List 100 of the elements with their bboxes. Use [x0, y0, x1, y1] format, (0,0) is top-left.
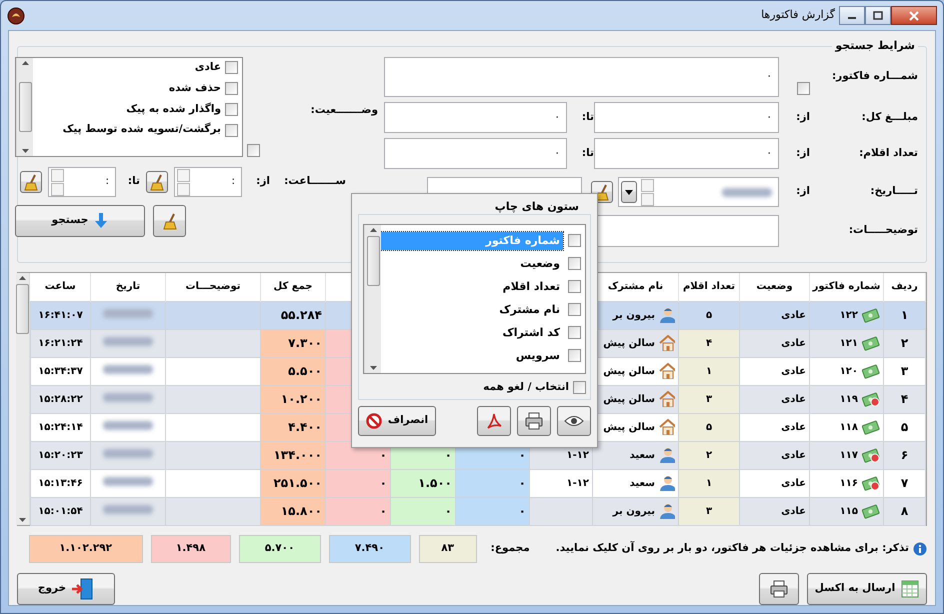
item-count-from-field[interactable]: ۰ [594, 138, 779, 169]
scrollbar[interactable] [16, 273, 30, 525]
item-count-to-field[interactable]: ۰ [384, 138, 567, 169]
table-cell: ۱ [884, 301, 926, 329]
close-button[interactable] [891, 6, 937, 25]
table-cell: ۱۵:۲۸:۲۲ [30, 385, 90, 413]
column-header[interactable]: ردیف [884, 273, 926, 301]
blurred-date-placeholder [103, 336, 153, 346]
invoice-number-field[interactable]: ۰ [384, 57, 779, 97]
total-value: ۵.۷۰۰ [238, 535, 321, 563]
scrollbar-thumb[interactable] [366, 236, 380, 286]
minimize-button[interactable] [839, 6, 865, 25]
scrollbar[interactable] [364, 225, 381, 373]
amount-from-field[interactable]: ۰ [594, 102, 779, 133]
table-cell: عادی [740, 497, 810, 525]
status-option[interactable]: برگشت/تسویه شده توسط پیک [62, 122, 221, 138]
status-list[interactable]: عادی حذف شده واگذار شده به پیک برگشت/تسویه شده توسط پیک [15, 57, 243, 157]
table-cell: ۱۵:۲۰:۲۳ [30, 441, 90, 469]
table-cell: ۲ [678, 441, 740, 469]
column-header[interactable]: ساعت [30, 273, 90, 301]
search-button[interactable]: جستجو [15, 205, 145, 237]
maximize-button[interactable] [865, 6, 891, 25]
customer-name: بیرون بر [612, 308, 655, 322]
broom-icon [148, 173, 166, 191]
clear-button[interactable] [146, 171, 168, 193]
info-icon [913, 542, 927, 556]
table-cell: ۱۵:۰۱:۵۴ [30, 497, 90, 525]
scrollbar-thumb[interactable] [16, 284, 29, 334]
column-option[interactable]: وضعیت [381, 254, 563, 272]
column-list[interactable]: شماره فاکتور وضعیت تعداد اقلام نام مشترک کد اشتراک سرویس [363, 224, 586, 374]
column-header[interactable]: وضعیت [740, 273, 810, 301]
time-from-field[interactable]: : [174, 167, 242, 197]
time-value: : [231, 174, 235, 190]
clear-button[interactable] [153, 205, 186, 237]
time-to-field[interactable]: : [48, 167, 116, 197]
field-label: از: [795, 184, 810, 200]
table-cell: ۱ [678, 357, 740, 385]
print-button[interactable] [517, 406, 551, 436]
status-option[interactable]: عادی [194, 60, 221, 76]
total-value: ۱.۴۹۸ [150, 535, 231, 563]
cancel-button[interactable]: انصراف [358, 406, 436, 436]
status-option[interactable]: حذف شده [168, 80, 221, 96]
blurred-date-placeholder [103, 392, 153, 402]
column-header[interactable]: تعداد اقلام [678, 273, 740, 301]
checkbox[interactable] [225, 61, 238, 74]
checkbox[interactable] [568, 234, 581, 247]
checkbox[interactable] [573, 381, 586, 394]
customer-name: سالن پیش [603, 420, 655, 434]
checkbox[interactable] [568, 303, 581, 316]
table-cell: ۷.۳۰۰ [260, 329, 326, 357]
column-option[interactable]: سرویس [381, 346, 563, 364]
dropdown-button[interactable] [621, 181, 637, 203]
spin-buttons[interactable] [51, 168, 64, 196]
exit-button[interactable]: خروج [17, 573, 115, 605]
invoice-number: ۱۲۲ [840, 308, 858, 322]
checkbox[interactable] [247, 144, 260, 157]
column-option[interactable]: نام مشترک [381, 300, 563, 318]
checkbox[interactable] [225, 124, 238, 137]
spin-buttons[interactable] [177, 168, 190, 196]
column-option[interactable]: کد اشتراک [381, 324, 563, 342]
checkbox[interactable] [568, 257, 581, 270]
export-excel-button[interactable]: ارسال به اکسل [807, 573, 927, 605]
date-from-field[interactable] [618, 177, 779, 207]
customer-name: بیرون بر [612, 504, 655, 518]
up-arrow-icon [370, 228, 376, 232]
total-value: ۷.۴۹۰ [328, 535, 411, 563]
pdf-button[interactable] [477, 406, 511, 436]
checkbox[interactable] [568, 326, 581, 339]
column-header[interactable]: جمع کل [260, 273, 326, 301]
blurred-date-placeholder [103, 448, 153, 458]
table-cell: ۱۵.۸۰۰ [260, 497, 326, 525]
invoice-number: ۱۱۷ [840, 448, 858, 462]
down-arrow-icon [19, 518, 26, 522]
checkbox[interactable] [568, 280, 581, 293]
table-cell: ۵۵.۲۸۴ [260, 301, 326, 329]
table-cell: ۱ [678, 469, 740, 497]
column-header[interactable]: تاریخ [90, 273, 166, 301]
select-all-label[interactable]: انتخاب / لغو همه [483, 380, 569, 396]
table-cell: ۱۶:۲۱:۲۴ [30, 329, 90, 357]
preview-button[interactable] [557, 406, 591, 436]
checkbox[interactable] [225, 82, 238, 96]
amount-to-field[interactable]: ۰ [384, 102, 567, 133]
column-header[interactable]: شماره فاکتور [810, 273, 884, 301]
checkbox[interactable] [225, 102, 238, 116]
blurred-date-placeholder [103, 476, 153, 486]
column-option[interactable]: تعداد اقلام [381, 278, 563, 296]
checkbox[interactable] [568, 349, 581, 362]
customer-name: سعید [630, 476, 655, 490]
pdf-icon [485, 412, 503, 430]
scrollbar[interactable] [16, 58, 33, 156]
scrollbar-thumb[interactable] [18, 82, 32, 132]
clear-button[interactable] [20, 171, 42, 193]
invoice-number: ۱۲۱ [840, 336, 858, 350]
table-cell: ۳ [678, 497, 740, 525]
print-button[interactable] [759, 573, 799, 605]
table-cell: ۳ [678, 385, 740, 413]
checkbox[interactable] [797, 82, 810, 95]
status-option[interactable]: واگذار شده به پیک [126, 102, 221, 118]
down-arrow-icon [94, 213, 108, 229]
column-header[interactable]: توضیحـــات [166, 273, 260, 301]
